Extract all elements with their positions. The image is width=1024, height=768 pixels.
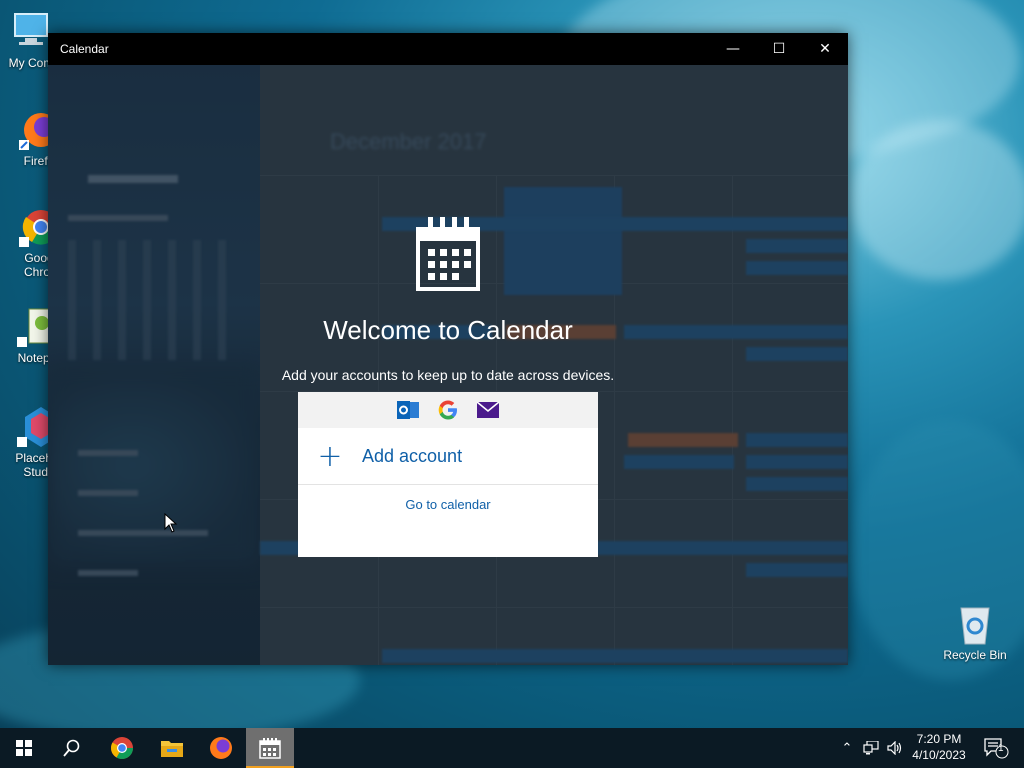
volume-button[interactable] bbox=[884, 728, 906, 768]
chrome-icon bbox=[111, 737, 133, 759]
notification-icon bbox=[984, 738, 1009, 759]
calendar-window[interactable]: Calendar — ☐ ✕ December 2017 Welcome to … bbox=[48, 33, 848, 665]
action-center-button[interactable]: 1 bbox=[978, 728, 1014, 768]
maximize-button[interactable]: ☐ bbox=[756, 33, 802, 65]
search-button[interactable] bbox=[48, 728, 96, 768]
volume-icon bbox=[887, 741, 902, 755]
calendar-app-body: December 2017 Welcome to Calendar Add yo… bbox=[48, 65, 848, 665]
taskbar-chrome[interactable] bbox=[98, 728, 146, 768]
mouse-cursor-icon bbox=[164, 513, 178, 533]
account-card: + Add account Go to calendar bbox=[298, 392, 598, 557]
title-bar[interactable]: Calendar — ☐ ✕ bbox=[48, 33, 848, 65]
close-icon: ✕ bbox=[819, 41, 831, 57]
clock[interactable]: 7:20 PM 4/10/2023 bbox=[906, 731, 972, 763]
minimize-button[interactable]: — bbox=[710, 33, 756, 65]
network-button[interactable] bbox=[860, 728, 882, 768]
desktop-icon-recycle-bin[interactable]: Recycle Bin bbox=[940, 602, 1010, 662]
desktop-icon-label: Recycle Bin bbox=[943, 648, 1007, 662]
calendar-icon bbox=[416, 217, 480, 291]
recycle-bin-icon bbox=[953, 602, 997, 646]
clock-date: 4/10/2023 bbox=[912, 748, 966, 762]
taskbar-firefox[interactable] bbox=[197, 728, 245, 768]
add-account-button[interactable]: + Add account bbox=[298, 428, 598, 484]
start-icon bbox=[16, 740, 32, 756]
calendar-icon bbox=[259, 738, 281, 759]
taskbar-calendar[interactable] bbox=[246, 728, 294, 768]
welcome-subtitle: Add your accounts to keep up to date acr… bbox=[281, 367, 615, 383]
search-icon bbox=[63, 739, 80, 757]
add-account-label: Add account bbox=[362, 445, 463, 466]
mail-icon bbox=[475, 397, 501, 423]
taskbar-file-explorer[interactable] bbox=[148, 728, 196, 768]
go-to-calendar-link[interactable]: Go to calendar bbox=[298, 485, 598, 525]
taskbar: ⌃ 7:20 PM 4/10/2023 1 bbox=[0, 728, 1024, 768]
notification-count-badge: 1 bbox=[998, 743, 1004, 754]
window-title: Calendar bbox=[60, 42, 109, 56]
google-icon bbox=[435, 397, 461, 423]
plus-icon: + bbox=[317, 438, 343, 474]
outlook-icon bbox=[395, 397, 421, 423]
minimize-icon: — bbox=[726, 41, 740, 57]
close-button[interactable]: ✕ bbox=[802, 33, 848, 65]
file-explorer-icon bbox=[161, 741, 183, 757]
maximize-icon: ☐ bbox=[772, 41, 786, 57]
clock-time: 7:20 PM bbox=[916, 732, 962, 746]
chevron-up-icon: ⌃ bbox=[841, 740, 853, 756]
start-button[interactable] bbox=[0, 728, 48, 768]
firefox-icon bbox=[210, 737, 232, 759]
welcome-title: Welcome to Calendar bbox=[323, 315, 573, 345]
computer-icon bbox=[9, 10, 53, 54]
show-hidden-icons-button[interactable]: ⌃ bbox=[838, 728, 856, 768]
provider-row bbox=[298, 392, 598, 428]
network-icon bbox=[863, 741, 879, 755]
welcome-dialog: Welcome to Calendar Add your accounts to… bbox=[48, 65, 848, 665]
